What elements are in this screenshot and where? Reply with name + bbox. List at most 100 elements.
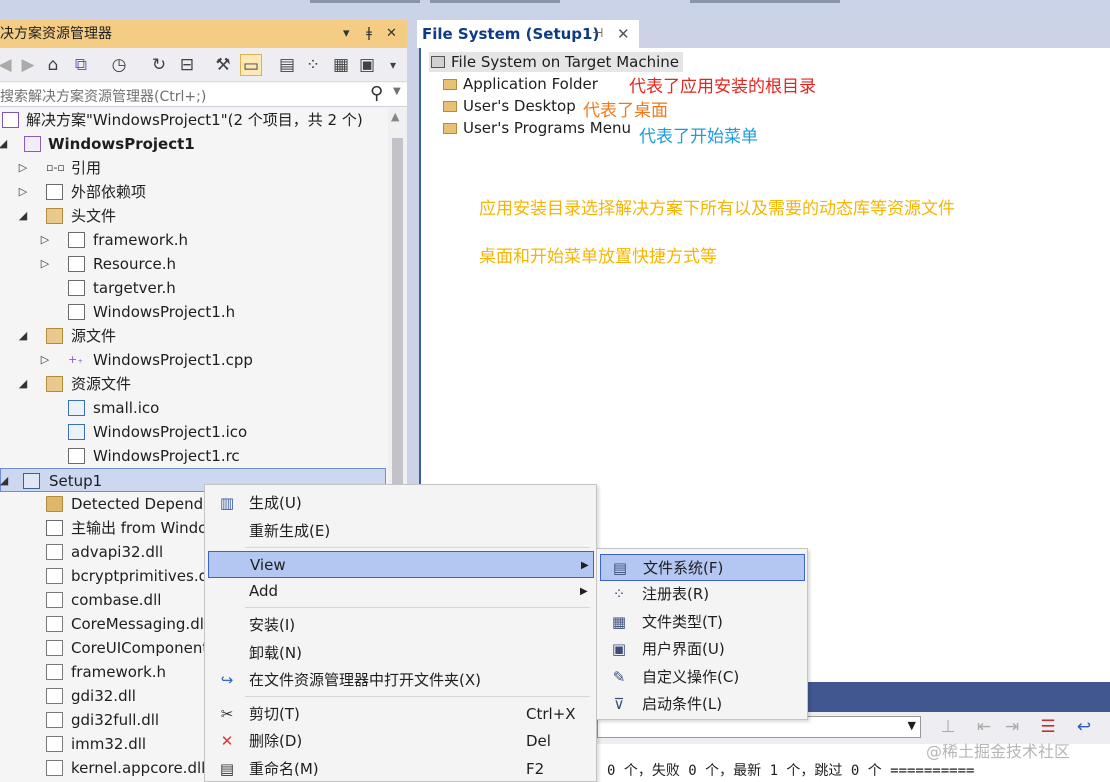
collapse-icon[interactable]: ◢ — [16, 372, 30, 396]
tree-item[interactable]: ▷ ▫-▫ 引用 — [0, 156, 388, 180]
expand-icon[interactable]: ▷ — [16, 180, 30, 204]
tree-item[interactable]: targetver.h — [0, 276, 388, 300]
dll-file-icon — [46, 688, 63, 704]
folder-application[interactable]: Application Folder — [443, 74, 598, 94]
tree-item[interactable]: ▷ 外部依赖项 — [0, 180, 388, 204]
pin-tab-icon[interactable]: ⊣ — [592, 20, 603, 48]
expand-icon[interactable]: ▷ — [38, 252, 52, 276]
collapse-icon[interactable]: ◢ — [16, 204, 30, 228]
filter-folder-icon — [46, 328, 63, 344]
close-icon[interactable]: ✕ — [386, 20, 397, 48]
annotation-programs-menu: 代表了开始菜单 — [639, 127, 758, 147]
header-file-icon — [68, 232, 85, 248]
submenu-item[interactable]: ⊽ 启动条件(L) — [600, 691, 805, 718]
dll-file-icon — [46, 664, 63, 680]
tree-item[interactable]: ▷ Resource.h — [0, 252, 388, 276]
menu-item[interactable]: ▤ 重命名(M) F2 — [208, 756, 594, 782]
tree-item-label: imm32.dll — [71, 735, 147, 753]
tab-file-system-setup1[interactable]: File System (Setup1) ⊣ ✕ — [417, 20, 639, 48]
file-types-icon: ▦ — [611, 612, 627, 631]
submenu-item[interactable]: ✎ 自定义操作(C) — [600, 664, 805, 691]
back-icon[interactable]: ◀ — [0, 54, 16, 76]
tree-item[interactable]: ▷ +₊ WindowsProject1.cpp — [0, 348, 388, 372]
tree-item[interactable]: ◢ 源文件 — [0, 324, 388, 348]
search-options-icon[interactable]: ▼ — [393, 86, 401, 97]
file-system-root[interactable]: File System on Target Machine — [429, 52, 683, 72]
preview-icon[interactable]: ▭ — [240, 54, 262, 76]
more-icon[interactable]: ▾ — [382, 54, 404, 76]
menu-separator — [245, 696, 590, 697]
tree-item[interactable]: ◢ 头文件 — [0, 204, 388, 228]
user-interface-editor-icon[interactable]: ▣ — [356, 54, 378, 76]
setup-project-icon — [23, 473, 40, 489]
document-tab-stub[interactable] — [310, 0, 420, 3]
dropdown-icon[interactable]: ▾ — [343, 20, 350, 48]
close-tab-icon[interactable]: ✕ — [617, 20, 630, 48]
next-message-icon[interactable]: ⇥ — [1001, 716, 1023, 738]
document-tab-stub[interactable] — [430, 0, 560, 3]
submenu-item[interactable]: ▣ 用户界面(U) — [600, 636, 805, 663]
search-box[interactable]: 搜索解决方案资源管理器(Ctrl+;) ⚲ ▼ — [0, 83, 407, 107]
menu-item[interactable]: View ▶ — [208, 551, 594, 578]
menu-item[interactable]: ↪ 在文件资源管理器中打开文件夹(X) — [208, 667, 594, 694]
clear-all-icon[interactable]: ☰ — [1037, 716, 1059, 738]
switch-views-icon[interactable]: ⧉ — [70, 54, 92, 76]
file-system-editor-icon[interactable]: ▤ — [276, 54, 298, 76]
dll-file-icon — [46, 592, 63, 608]
expand-icon[interactable]: ▷ — [16, 156, 30, 180]
menu-item[interactable]: ✕ 删除(D) Del — [208, 728, 594, 755]
registry-editor-icon[interactable]: ⁘ — [302, 54, 324, 76]
properties-icon[interactable]: ⚒ — [212, 54, 234, 76]
collapse-icon[interactable]: ◢ — [0, 132, 10, 156]
expand-icon[interactable]: ▷ — [38, 228, 52, 252]
tree-item[interactable]: 解决方案"WindowsProject1"(2 个项目，共 2 个) — [0, 108, 388, 132]
menu-item[interactable]: 卸载(N) — [208, 640, 594, 667]
document-tab-stub[interactable] — [690, 0, 840, 3]
tree-item[interactable]: WindowsProject1.ico — [0, 420, 388, 444]
search-input[interactable]: 搜索解决方案资源管理器(Ctrl+;) — [0, 86, 206, 106]
scrollbar-thumb[interactable] — [392, 138, 403, 508]
tree-item-label: combase.dll — [71, 591, 162, 609]
history-icon[interactable]: ◷ — [108, 54, 130, 76]
solution-explorer-titlebar: 决方案资源管理器 ▾ ǂ ✕ — [0, 20, 407, 48]
tree-item[interactable]: ◢ WindowsProject1 — [0, 132, 388, 156]
submenu-item[interactable]: ⁘ 注册表(R) — [600, 581, 805, 608]
delete-icon: ✕ — [220, 732, 234, 750]
file-types-editor-icon[interactable]: ▦ — [330, 54, 352, 76]
sync-icon[interactable]: ↻ — [148, 54, 170, 76]
tree-item[interactable]: ▷ framework.h — [0, 228, 388, 252]
tree-item-label: WindowsProject1.ico — [93, 423, 248, 441]
expand-icon[interactable]: ▷ — [38, 348, 52, 372]
menu-item[interactable]: Add ▶ — [208, 578, 594, 605]
menu-item[interactable]: ▥ 生成(U) — [208, 490, 594, 517]
submenu-item[interactable]: ▤ 文件系统(F) — [600, 554, 805, 581]
word-wrap-icon[interactable]: ↩ — [1073, 716, 1095, 738]
submenu-item[interactable]: ▦ 文件类型(T) — [600, 609, 805, 636]
folder-users-desktop[interactable]: User's Desktop — [443, 96, 576, 116]
tree-item[interactable]: ◢ 资源文件 — [0, 372, 388, 396]
tree-item[interactable]: WindowsProject1.h — [0, 300, 388, 324]
collapse-icon[interactable]: ◢ — [0, 469, 11, 493]
collapse-icon[interactable]: ◢ — [16, 324, 30, 348]
find-message-icon[interactable]: ⊥ — [937, 716, 959, 738]
menu-item[interactable]: 安装(I) — [208, 612, 594, 639]
forward-icon[interactable]: ▶ — [17, 54, 39, 76]
drive-icon — [431, 56, 445, 68]
scroll-up-icon[interactable]: ▲ — [391, 110, 399, 123]
tree-item-label: 解决方案"WindowsProject1"(2 个项目，共 2 个) — [26, 111, 363, 129]
reference-icon: ▫-▫ — [46, 161, 65, 174]
pin-icon[interactable]: ǂ — [366, 20, 372, 48]
menu-item[interactable]: 重新生成(E) — [208, 518, 594, 545]
folder-users-programs-menu[interactable]: User's Programs Menu — [443, 118, 631, 138]
tree-item[interactable]: WindowsProject1.rc — [0, 444, 388, 468]
prev-message-icon[interactable]: ⇤ — [973, 716, 995, 738]
dll-file-icon — [46, 568, 63, 584]
menu-item-label: 重命名(M) — [249, 760, 319, 778]
menu-item[interactable]: ✂ 剪切(T) Ctrl+X — [208, 701, 594, 728]
collapse-all-icon[interactable]: ⊟ — [176, 54, 198, 76]
solution-icon — [2, 112, 19, 128]
dll-file-icon — [46, 760, 63, 776]
tree-item[interactable]: small.ico — [0, 396, 388, 420]
home-icon[interactable]: ⌂ — [42, 54, 64, 76]
search-icon[interactable]: ⚲ — [370, 83, 383, 104]
